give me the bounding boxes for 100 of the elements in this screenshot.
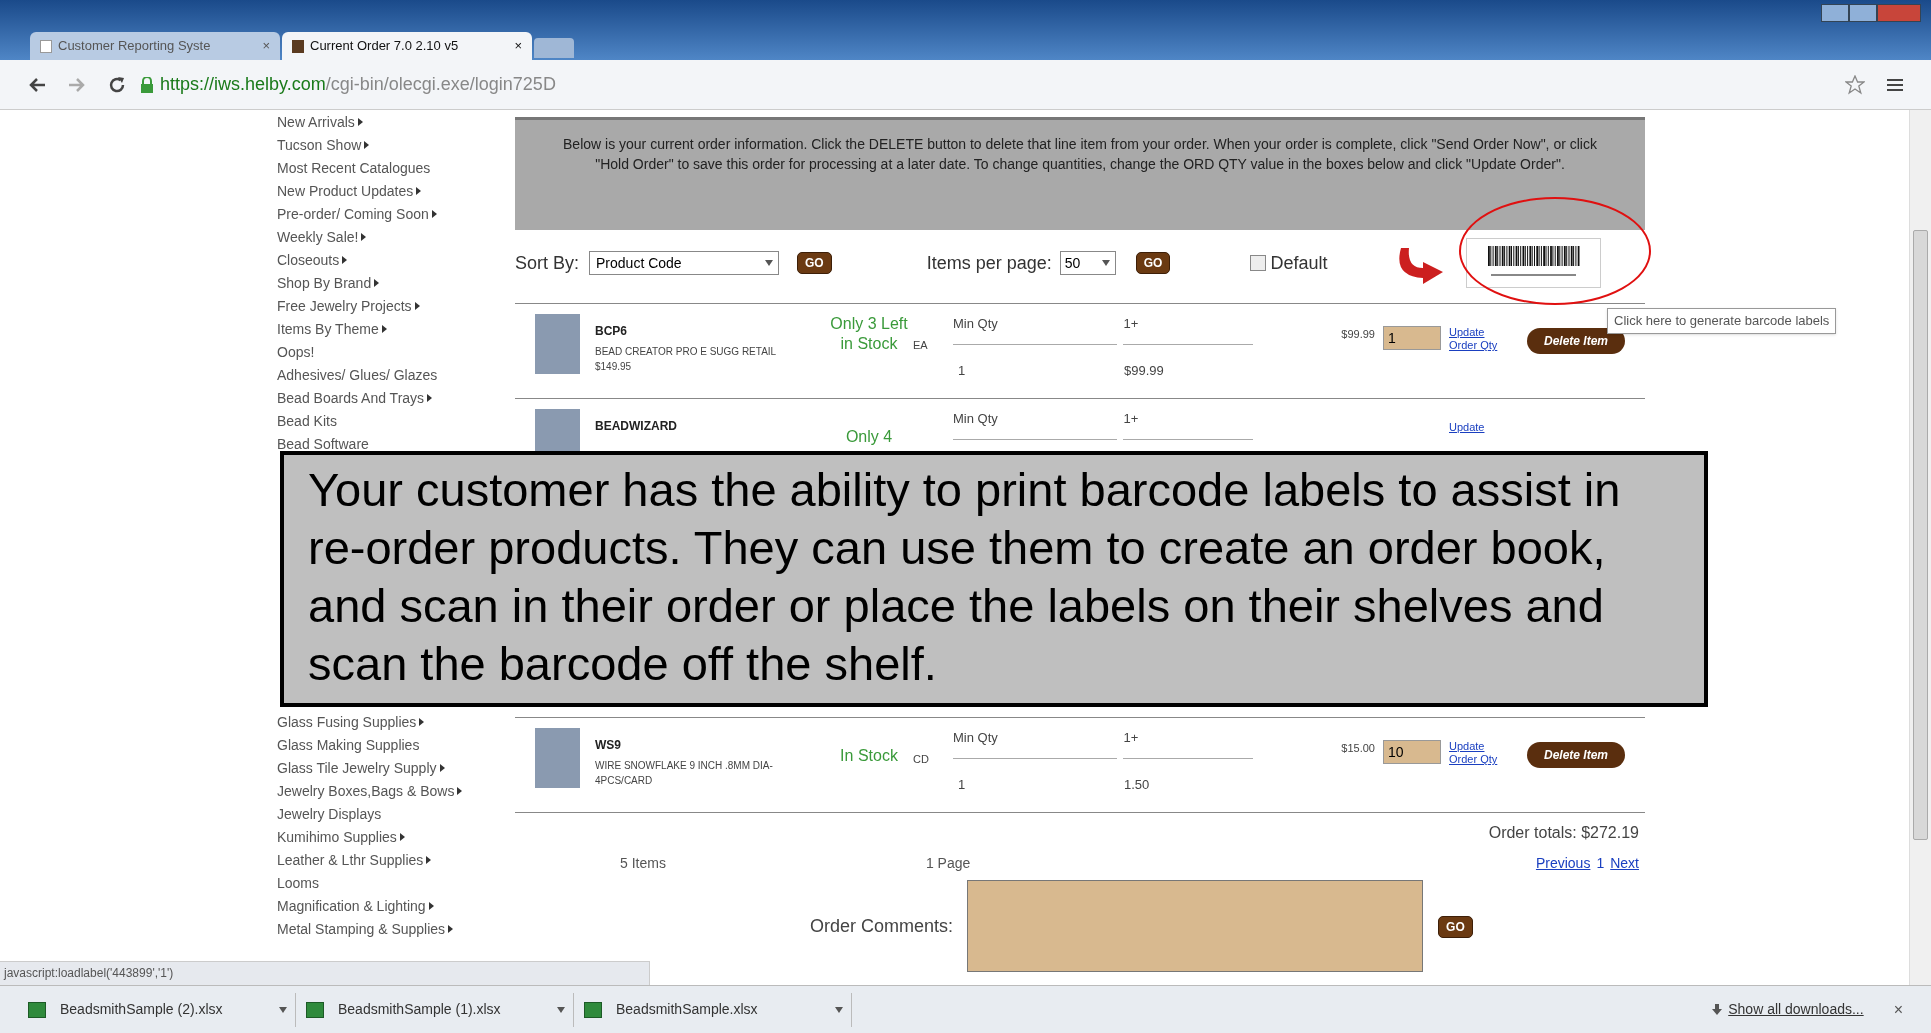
next-link[interactable]: Next — [1610, 853, 1639, 874]
menu-icon[interactable] — [1887, 77, 1903, 92]
lock-icon — [140, 76, 154, 93]
file-name: BeadsmithSample (2).xlsx — [60, 1000, 223, 1019]
caret-icon — [557, 1006, 565, 1013]
star-icon[interactable] — [1845, 74, 1865, 95]
sidebar-link[interactable]: Looms — [277, 874, 320, 892]
qty-input[interactable]: 10 — [1383, 740, 1441, 764]
sort-select[interactable]: Product Code — [589, 251, 780, 275]
tooltip: Click here to generate barcode labels — [1607, 308, 1837, 334]
sidebar-link[interactable]: Shop By Brand — [277, 274, 380, 292]
sidebar-link[interactable]: Tucson Show — [277, 136, 370, 154]
sidebar-link[interactable]: Magnification & Lighting — [277, 897, 434, 915]
submenu-arrow-icon — [399, 833, 405, 841]
download-item[interactable]: BeadsmithSample (1).xlsx — [306, 992, 574, 1027]
submenu-arrow-icon — [457, 787, 463, 795]
tier-price: 1.50 — [1124, 775, 1150, 794]
download-item[interactable]: BeadsmithSample.xlsx — [584, 992, 852, 1027]
tier-price: $99.99 — [1124, 361, 1164, 380]
show-all-downloads-link[interactable]: Show all downloads... — [1728, 999, 1864, 1020]
caret-icon — [1101, 260, 1110, 266]
sidebar-link[interactable]: Weekly Sale! — [277, 228, 367, 246]
sidebar-link[interactable]: Closeouts — [277, 251, 348, 269]
delete-item-button[interactable]: Delete Item — [1527, 328, 1625, 354]
submenu-arrow-icon — [431, 210, 437, 218]
product-code: WS9 — [595, 737, 622, 754]
go-button[interactable]: GO — [797, 252, 832, 274]
update-order-qty-link[interactable]: Update — [1449, 421, 1509, 434]
sidebar-link[interactable]: Free Jewelry Projects — [277, 297, 420, 315]
reload-icon[interactable] — [108, 75, 126, 94]
spreadsheet-icon — [28, 1001, 46, 1018]
sidebar-link[interactable]: Metal Stamping & Supplies — [277, 920, 454, 938]
sidebar-link[interactable]: Oops! — [277, 343, 315, 361]
tab-title: Customer Reporting Syste — [58, 37, 211, 56]
sidebar-link[interactable]: New Arrivals — [277, 113, 363, 131]
go-button[interactable]: GO — [1438, 916, 1473, 938]
sidebar-link[interactable]: Pre-order/ Coming Soon — [277, 205, 437, 223]
instructions-panel: Below is your current order information. Click the DELETE button to delete that line item from your order. When your order is complete, click "Send Order Now", or click "Hold Order" to save this order for processing at a later date. To change quantities, change the ORD QTY value in the boxes below and click "Update Order". — [515, 117, 1645, 230]
sidebar-link[interactable]: Glass Tile Jewelry Supply — [277, 759, 445, 777]
forward-icon[interactable] — [68, 76, 86, 93]
unit-label: EA — [913, 339, 928, 351]
caret-icon — [765, 260, 774, 266]
price: $99.99 — [1341, 327, 1375, 342]
product-code: BCP6 — [595, 323, 628, 340]
stock-status: Only 4 — [844, 427, 894, 447]
submenu-arrow-icon — [364, 141, 370, 149]
product-description: WIRE SNOWFLAKE 9 INCH .8MM DIA- 4PCS/CARD — [595, 759, 774, 788]
tab-title: Current Order 7.0 2.10 v5 — [310, 37, 459, 56]
spreadsheet-icon — [306, 1001, 324, 1018]
sort-label: Sort By: — [515, 251, 580, 275]
sidebar-link[interactable]: Kumihimo Supplies — [277, 828, 405, 846]
sidebar-link[interactable]: Glass Making Supplies — [277, 736, 420, 754]
status-url: javascript:loadlabel('443899','1') — [0, 961, 650, 985]
caret-icon — [835, 1006, 843, 1013]
barcode-drawing[interactable] — [1465, 238, 1601, 288]
page-count: 1 Page — [925, 854, 971, 873]
sidebar-link[interactable]: Bead Boards And Trays — [277, 389, 433, 407]
comments-field[interactable] — [967, 880, 1424, 972]
sidebar-link[interactable]: Leather & Lthr Supplies — [277, 851, 432, 869]
back-icon[interactable] — [28, 76, 46, 93]
window-controls[interactable] — [1821, 4, 1921, 22]
sidebar-link[interactable]: Items By Theme — [277, 320, 387, 338]
sidebar-link[interactable]: New Product Updates — [277, 182, 422, 200]
product-description: BEAD CREATOR PRO E SUGG RETAIL $149.95 — [595, 345, 777, 374]
update-order-qty-link[interactable]: Update Order Qty — [1449, 326, 1509, 352]
default-label: Default — [1270, 251, 1328, 275]
page-icon — [292, 39, 304, 53]
submenu-arrow-icon — [448, 925, 454, 933]
submenu-arrow-icon — [381, 325, 387, 333]
update-order-qty-link[interactable]: Update Order Qty — [1449, 740, 1509, 766]
browser-tab[interactable]: Current Order 7.0 2.10 v5 × — [282, 32, 532, 60]
default-checkbox[interactable] — [1250, 255, 1267, 271]
file-name: BeadsmithSample.xlsx — [616, 1000, 758, 1019]
tier-qty: 1 — [957, 775, 967, 794]
sidebar-link[interactable]: Bead Kits — [277, 412, 337, 430]
unit-label: CD — [913, 753, 929, 765]
sidebar-link[interactable]: Bead Software — [277, 435, 369, 453]
sidebar-link[interactable]: Adhesives/ Glues/ Glazes — [277, 366, 438, 384]
delete-item-button[interactable]: Delete Item — [1527, 742, 1625, 768]
sidebar-link[interactable]: Jewelry Displays — [277, 805, 382, 823]
browser-tab[interactable]: Customer Reporting Syste × — [30, 32, 280, 60]
min-qty-label: Min Qty — [953, 314, 1118, 345]
submenu-arrow-icon — [427, 394, 433, 402]
page-icon — [40, 39, 52, 53]
sidebar-link[interactable]: Jewelry Boxes,Bags & Bows — [277, 782, 463, 800]
sidebar-link[interactable]: Glass Fusing Supplies — [277, 713, 425, 731]
scrollbar[interactable] — [1909, 110, 1931, 985]
download-item[interactable]: BeadsmithSample (2).xlsx — [28, 992, 296, 1027]
photo-placeholder — [535, 314, 580, 374]
per-page-select[interactable]: 50 — [1059, 251, 1116, 275]
product-code: BEADWIZARD — [595, 418, 678, 435]
submenu-arrow-icon — [357, 118, 363, 126]
previous-link[interactable]: Previous — [1535, 853, 1591, 874]
min-qty-label: Min Qty — [953, 409, 1118, 440]
submenu-arrow-icon — [414, 302, 420, 310]
page-link[interactable]: 1 — [1596, 853, 1605, 874]
url-path: /cgi-bin/olecgi.exe/login725D — [325, 73, 556, 96]
sidebar-link[interactable]: Most Recent Catalogues — [277, 159, 431, 177]
qty-input[interactable]: 1 — [1383, 326, 1441, 350]
go-button[interactable]: GO — [1135, 252, 1171, 274]
